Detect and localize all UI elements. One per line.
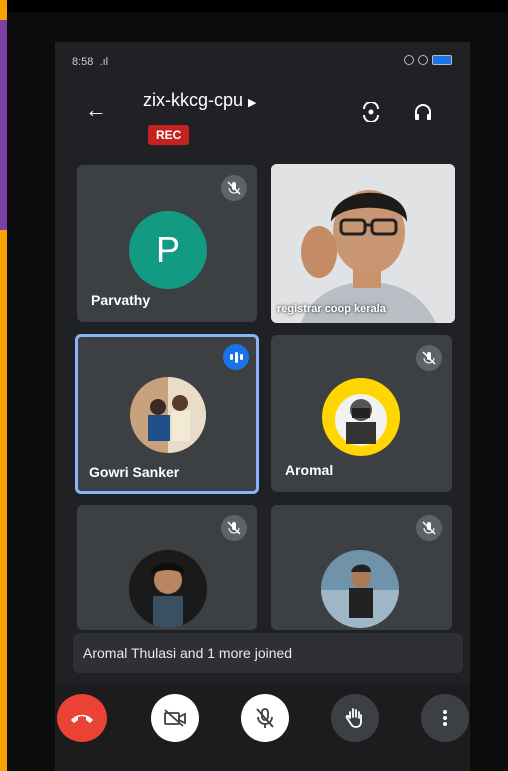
participant-tile-parvathy[interactable]: P Parvathy <box>77 165 257 322</box>
participant-name: Aromal <box>285 462 334 478</box>
battery-icon <box>432 55 452 65</box>
clock-text: 8:58 <box>72 56 94 68</box>
participant-name: Gowri Sanker <box>89 464 180 480</box>
meeting-title[interactable]: zix-kkcg-cpu ▶ <box>143 90 257 111</box>
mic-off-icon <box>256 708 274 728</box>
headset-status-icon <box>418 55 428 65</box>
avatar <box>322 378 400 456</box>
avatar <box>321 550 399 628</box>
switch-camera-icon <box>363 101 379 123</box>
mic-off-icon <box>221 175 247 201</box>
video-off-icon <box>164 709 186 727</box>
mic-off-icon <box>416 345 442 371</box>
participant-name: Parvathy <box>91 292 151 308</box>
participant-tile-6[interactable] <box>271 505 452 630</box>
top-border <box>7 0 508 12</box>
join-notification-text: Aromal Thulasi and 1 more joined <box>83 645 293 661</box>
background-strip <box>0 0 7 771</box>
avatar: P <box>129 211 207 289</box>
avatar <box>130 377 206 453</box>
raise-hand-icon <box>345 708 362 728</box>
participant-tile-registrar[interactable]: registrar coop kerala <box>271 164 455 323</box>
signal-icon: .ıl <box>96 56 109 68</box>
alarm-icon <box>404 55 414 65</box>
participant-tile-5[interactable] <box>77 505 257 630</box>
avatar <box>129 550 207 628</box>
switch-camera-button[interactable] <box>360 101 382 127</box>
speaking-indicator-icon <box>223 344 249 370</box>
headphones-icon <box>415 104 431 120</box>
background-strip-accent <box>0 20 7 230</box>
status-time: 8:58 .ıl <box>72 56 108 68</box>
participant-tile-gowri-sanker[interactable]: Gowri Sanker <box>75 334 259 494</box>
join-notification: Aromal Thulasi and 1 more joined <box>73 633 463 673</box>
participant-name: registrar coop kerala <box>277 303 386 315</box>
status-icons <box>404 55 452 65</box>
more-options-button[interactable] <box>421 694 469 742</box>
camera-toggle-button[interactable] <box>151 694 199 742</box>
phone-screen: 8:58 .ıl ← zix-kkcg-cpu ▶ REC P Parvathy <box>55 42 470 771</box>
rec-badge: REC <box>148 125 190 145</box>
meeting-code: zix-kkcg-cpu <box>143 90 244 110</box>
raise-hand-button[interactable] <box>331 694 379 742</box>
participant-video <box>271 164 455 323</box>
chevron-right-icon: ▶ <box>248 97 257 109</box>
hang-up-button[interactable] <box>57 694 107 742</box>
more-vert-icon <box>443 710 447 726</box>
mic-toggle-button[interactable] <box>241 694 289 742</box>
mic-off-icon <box>416 515 442 541</box>
back-button[interactable]: ← <box>85 97 107 123</box>
participant-tile-aromal[interactable]: Aromal <box>271 335 452 492</box>
phone-hangup-icon <box>71 714 93 723</box>
mic-off-icon <box>221 515 247 541</box>
audio-output-button[interactable] <box>413 102 433 127</box>
